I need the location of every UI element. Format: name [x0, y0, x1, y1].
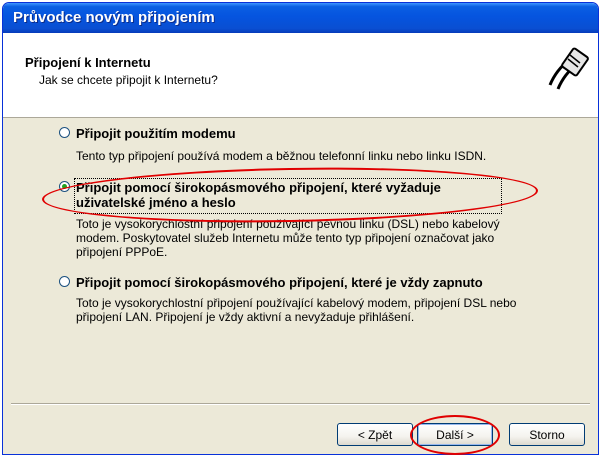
- option-broadband-login-description: Toto je vysokorychlostní připojení použí…: [76, 217, 500, 259]
- header-title: Připojení k Internetu: [25, 55, 151, 70]
- option-broadband-login-label-line1: Připojit pomocí širokopásmového připojen…: [76, 180, 441, 195]
- option-broadband-login-label-line2: uživatelské jméno a heslo: [76, 195, 236, 210]
- next-button[interactable]: Další >: [417, 423, 493, 446]
- button-separator: [11, 403, 590, 405]
- radio-modem[interactable]: [59, 127, 70, 138]
- window-title: Průvodce novým připojením: [13, 9, 215, 26]
- option-broadband-always-on-description: Toto je vysokorychlostní připojení použí…: [76, 296, 517, 324]
- radio-broadband-always-on[interactable]: [59, 276, 70, 287]
- option-modem-description: Tento typ připojení používá modem a běžn…: [76, 149, 487, 163]
- wizard-header: Připojení k Internetu Jak se chcete přip…: [3, 33, 598, 118]
- cancel-button[interactable]: Storno: [509, 423, 585, 446]
- option-broadband-always-on-label: Připojit pomocí širokopásmového připojen…: [76, 275, 483, 290]
- title-bar[interactable]: Průvodce novým připojením: [3, 3, 598, 33]
- network-cable-icon: [540, 45, 590, 95]
- back-button[interactable]: < Zpět: [337, 423, 413, 446]
- radio-broadband-login[interactable]: [59, 181, 70, 192]
- wizard-window: Průvodce novým připojením Připojení k In…: [2, 2, 599, 455]
- option-modem-label: Připojit použitím modemu: [76, 126, 236, 141]
- header-subtitle: Jak se chcete připojit k Internetu?: [39, 73, 218, 87]
